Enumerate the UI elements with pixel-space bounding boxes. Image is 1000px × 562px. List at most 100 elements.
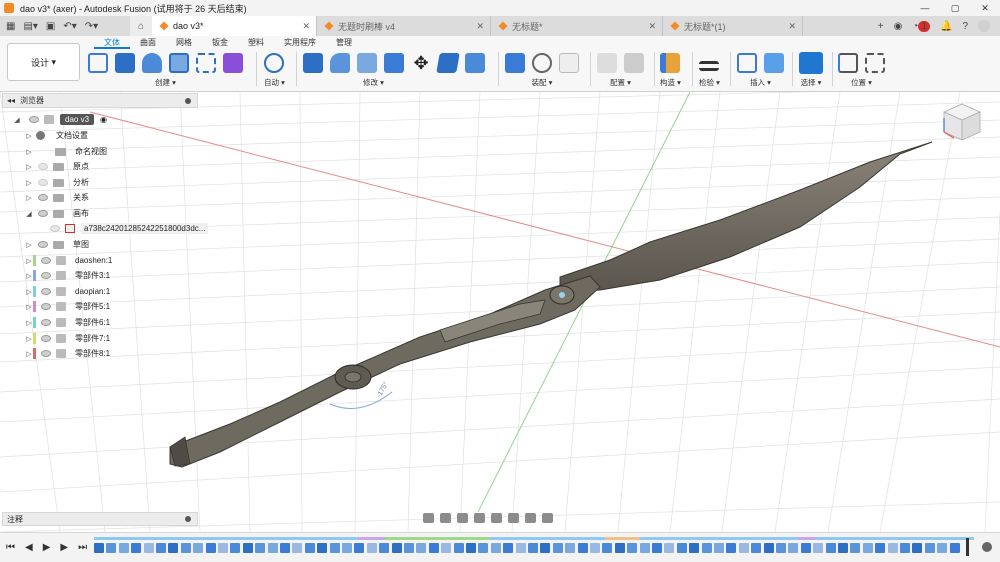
timeline-feature-icon[interactable]: [528, 543, 538, 553]
tab-document-3[interactable]: 无标题* ✕: [491, 16, 663, 36]
timeline-feature-icon[interactable]: [416, 543, 427, 553]
maximize-button[interactable]: ▢: [940, 0, 970, 16]
create-sketch-icon[interactable]: [88, 53, 108, 73]
scale-icon[interactable]: [465, 53, 485, 73]
revert-position-icon[interactable]: [865, 53, 885, 73]
visibility-icon[interactable]: [38, 194, 48, 201]
add-comment-icon[interactable]: [185, 516, 191, 522]
tab-mesh[interactable]: 网格: [166, 37, 202, 49]
timeline-feature-icon[interactable]: [639, 543, 650, 553]
insert-image-icon[interactable]: [764, 53, 784, 73]
timeline-feature-icon[interactable]: [825, 543, 836, 553]
close-tab-icon[interactable]: ✕: [648, 21, 656, 32]
visibility-icon[interactable]: [41, 335, 51, 342]
configure-menu[interactable]: 配置 ▾: [597, 77, 644, 88]
timeline-feature-icon[interactable]: [664, 543, 675, 553]
visibility-icon[interactable]: [41, 350, 51, 357]
timeline-feature-icon[interactable]: [193, 543, 204, 553]
timeline-feature-icon[interactable]: [813, 543, 824, 553]
close-tab-icon[interactable]: ✕: [302, 21, 310, 32]
combine-icon[interactable]: [384, 53, 404, 73]
timeline-feature-icon[interactable]: [218, 543, 228, 553]
timeline-feature-icon[interactable]: [404, 543, 414, 553]
timeline-feature-icon[interactable]: [143, 543, 154, 553]
timeline-feature-icon[interactable]: [875, 543, 886, 553]
knife-model[interactable]: -175°: [169, 141, 933, 468]
browser-item-component[interactable]: ▷ 零部件3:1: [25, 268, 113, 283]
visibility-icon[interactable]: [29, 116, 39, 123]
activate-icon[interactable]: ◉: [100, 115, 107, 124]
timeline-feature-icon[interactable]: [590, 543, 600, 553]
display-settings-icon[interactable]: [508, 513, 519, 523]
timeline-feature-icon[interactable]: [887, 543, 898, 553]
select-icon[interactable]: [799, 52, 823, 74]
timeline-marker[interactable]: [966, 538, 969, 556]
timeline-feature-icon[interactable]: [428, 543, 439, 553]
timeline-feature-icon[interactable]: [614, 543, 625, 553]
go-to-end-icon[interactable]: ⏭: [78, 542, 87, 553]
timeline-feature-icon[interactable]: [391, 543, 402, 553]
view-cube[interactable]: [940, 100, 984, 144]
timeline-feature-icon[interactable]: [304, 543, 315, 553]
browser-item-component[interactable]: ▷ 零部件6:1: [25, 315, 113, 330]
timeline-feature-icon[interactable]: [540, 543, 551, 553]
go-to-start-icon[interactable]: ⏮: [6, 542, 15, 553]
visibility-icon[interactable]: [41, 288, 51, 295]
form-icon[interactable]: [223, 53, 243, 73]
minimize-button[interactable]: —: [910, 0, 940, 16]
timeline-feature-icon[interactable]: [652, 543, 662, 553]
pattern-icon[interactable]: [196, 53, 216, 73]
timeline-feature-icon[interactable]: [714, 543, 724, 553]
new-component-icon[interactable]: [505, 53, 525, 73]
timeline-feature-icon[interactable]: [788, 543, 799, 553]
step-forward-icon[interactable]: ▶: [60, 542, 68, 553]
fillet-icon[interactable]: [330, 53, 350, 73]
timeline-feature-icon[interactable]: [255, 543, 266, 553]
notifications-icon[interactable]: 🔔: [940, 21, 952, 32]
zoom-icon[interactable]: [474, 513, 485, 523]
timeline-feature-icon[interactable]: [751, 543, 762, 553]
tab-utilities[interactable]: 实用程序: [274, 37, 326, 49]
browser-item-component[interactable]: ▷ daoshen:1: [25, 253, 115, 268]
timeline-feature-icon[interactable]: [949, 543, 960, 553]
timeline-feature-icon[interactable]: [342, 543, 352, 553]
timeline-feature-icon[interactable]: [577, 543, 588, 553]
timeline-feature-icon[interactable]: [838, 543, 848, 553]
split-body-icon[interactable]: [436, 53, 460, 73]
insert-derive-icon[interactable]: [737, 53, 757, 73]
insert-menu[interactable]: 插入 ▾: [737, 77, 784, 88]
play-icon[interactable]: ▶: [43, 542, 51, 553]
timeline-feature-icon[interactable]: [552, 543, 563, 553]
press-pull-icon[interactable]: [303, 53, 323, 73]
timeline-feature-icon[interactable]: [738, 543, 749, 553]
timeline-feature-icon[interactable]: [862, 543, 873, 553]
visibility-icon[interactable]: [41, 257, 51, 264]
browser-item-canvas-image[interactable]: a738c24201285242251800d3dc...: [50, 221, 209, 236]
tab-solid[interactable]: 文体: [94, 37, 130, 49]
visibility-icon[interactable]: [38, 163, 48, 170]
timeline-feature-icon[interactable]: [627, 543, 638, 553]
timeline-feature-icon[interactable]: [156, 543, 166, 553]
timeline-feature-icon[interactable]: [565, 543, 576, 553]
move-copy-icon[interactable]: ✥: [411, 53, 431, 73]
timeline-feature-icon[interactable]: [924, 543, 935, 553]
timeline-feature-icon[interactable]: [503, 543, 514, 553]
visibility-icon[interactable]: [38, 210, 48, 217]
construct-menu[interactable]: 构造 ▾: [660, 77, 681, 88]
timeline-feature-icon[interactable]: [230, 543, 241, 553]
browser-item-origin[interactable]: ▷ 原点: [25, 159, 92, 174]
timeline-feature-icon[interactable]: [602, 543, 613, 553]
timeline-feature-icon[interactable]: [726, 543, 737, 553]
job-status-icon[interactable]: ◔ 1: [912, 20, 930, 32]
panel-options-icon[interactable]: [185, 97, 191, 104]
browser-item-sketches[interactable]: ▷ 草图: [25, 237, 92, 252]
create-menu[interactable]: 创建 ▾: [88, 77, 243, 88]
visibility-icon[interactable]: [41, 303, 51, 310]
visibility-icon[interactable]: [41, 319, 51, 326]
hole-icon[interactable]: [169, 53, 189, 73]
undo-icon[interactable]: ↶▾: [63, 21, 76, 32]
shell-icon[interactable]: [357, 53, 377, 73]
timeline-feature-icon[interactable]: [317, 543, 328, 553]
browser-item-relations[interactable]: ▷ 关系: [25, 190, 92, 205]
account-avatar[interactable]: [978, 20, 990, 32]
